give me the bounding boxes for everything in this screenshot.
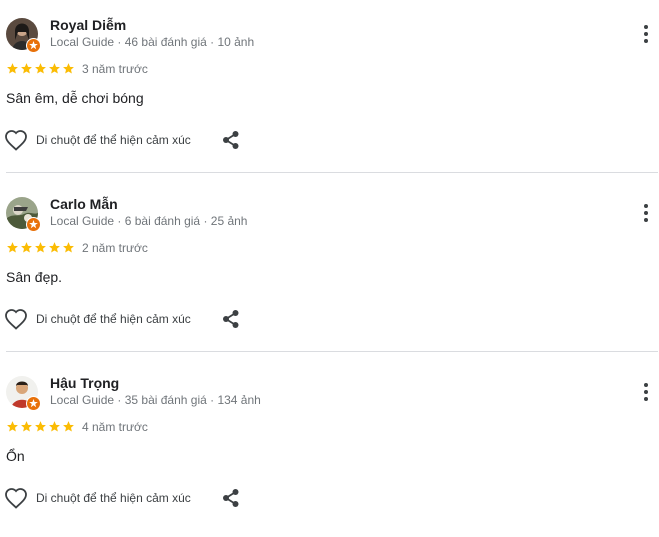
- star-icon: [49, 421, 60, 432]
- review-time: 2 năm trước: [82, 241, 148, 255]
- more-options-icon[interactable]: [636, 22, 656, 46]
- reviewer-name[interactable]: Carlo Mẫn: [50, 195, 118, 213]
- star-icon: [35, 421, 46, 432]
- star-rating: [6, 241, 75, 255]
- star-rating: [6, 62, 75, 76]
- share-icon[interactable]: [221, 488, 241, 508]
- star-icon: [63, 421, 74, 432]
- review-card: Hậu Trọng Local Guide · 35 bài đánh giá …: [0, 358, 659, 537]
- local-guide-badge-icon: [26, 396, 41, 411]
- review-divider: [6, 172, 658, 173]
- review-text: Ổn: [6, 448, 25, 464]
- star-icon: [63, 63, 74, 74]
- more-options-icon[interactable]: [636, 201, 656, 225]
- reaction-hint: Di chuột để thể hiện cảm xúc: [36, 491, 191, 505]
- reviewer-meta[interactable]: Local Guide · 6 bài đánh giá · 25 ảnh: [50, 213, 247, 229]
- reviewer-name[interactable]: Hậu Trọng: [50, 374, 119, 392]
- more-options-icon[interactable]: [636, 380, 656, 404]
- heart-outline-icon[interactable]: [4, 308, 28, 330]
- star-icon: [21, 421, 32, 432]
- local-guide-badge-icon: [26, 38, 41, 53]
- review-time: 3 năm trước: [82, 62, 148, 76]
- avatar[interactable]: [6, 18, 41, 53]
- reviewer-name[interactable]: Royal Diễm: [50, 16, 126, 34]
- heart-outline-icon[interactable]: [4, 487, 28, 509]
- star-icon: [63, 242, 74, 253]
- star-icon: [7, 421, 18, 432]
- share-icon[interactable]: [221, 130, 241, 150]
- heart-outline-icon[interactable]: [4, 129, 28, 151]
- reviewer-meta[interactable]: Local Guide · 46 bài đánh giá · 10 ảnh: [50, 34, 254, 50]
- star-icon: [21, 242, 32, 253]
- star-icon: [35, 242, 46, 253]
- star-icon: [49, 242, 60, 253]
- star-icon: [21, 63, 32, 74]
- avatar[interactable]: [6, 376, 41, 411]
- review-card: Royal Diễm Local Guide · 46 bài đánh giá…: [0, 0, 659, 179]
- review-divider: [6, 351, 658, 352]
- review-text: Sân đẹp.: [6, 269, 63, 285]
- star-icon: [35, 63, 46, 74]
- share-icon[interactable]: [221, 309, 241, 329]
- reaction-hint: Di chuột để thể hiện cảm xúc: [36, 312, 191, 326]
- star-icon: [7, 242, 18, 253]
- star-icon: [7, 63, 18, 74]
- review-time: 4 năm trước: [82, 420, 148, 434]
- reviewer-meta[interactable]: Local Guide · 35 bài đánh giá · 134 ảnh: [50, 392, 261, 408]
- star-rating: [6, 420, 75, 434]
- star-icon: [49, 63, 60, 74]
- local-guide-badge-icon: [26, 217, 41, 232]
- review-text: Sân êm, dễ chơi bóng: [6, 90, 144, 106]
- avatar[interactable]: [6, 197, 41, 232]
- review-card: Carlo Mẫn Local Guide · 6 bài đánh giá ·…: [0, 179, 659, 358]
- reaction-hint: Di chuột để thể hiện cảm xúc: [36, 133, 191, 147]
